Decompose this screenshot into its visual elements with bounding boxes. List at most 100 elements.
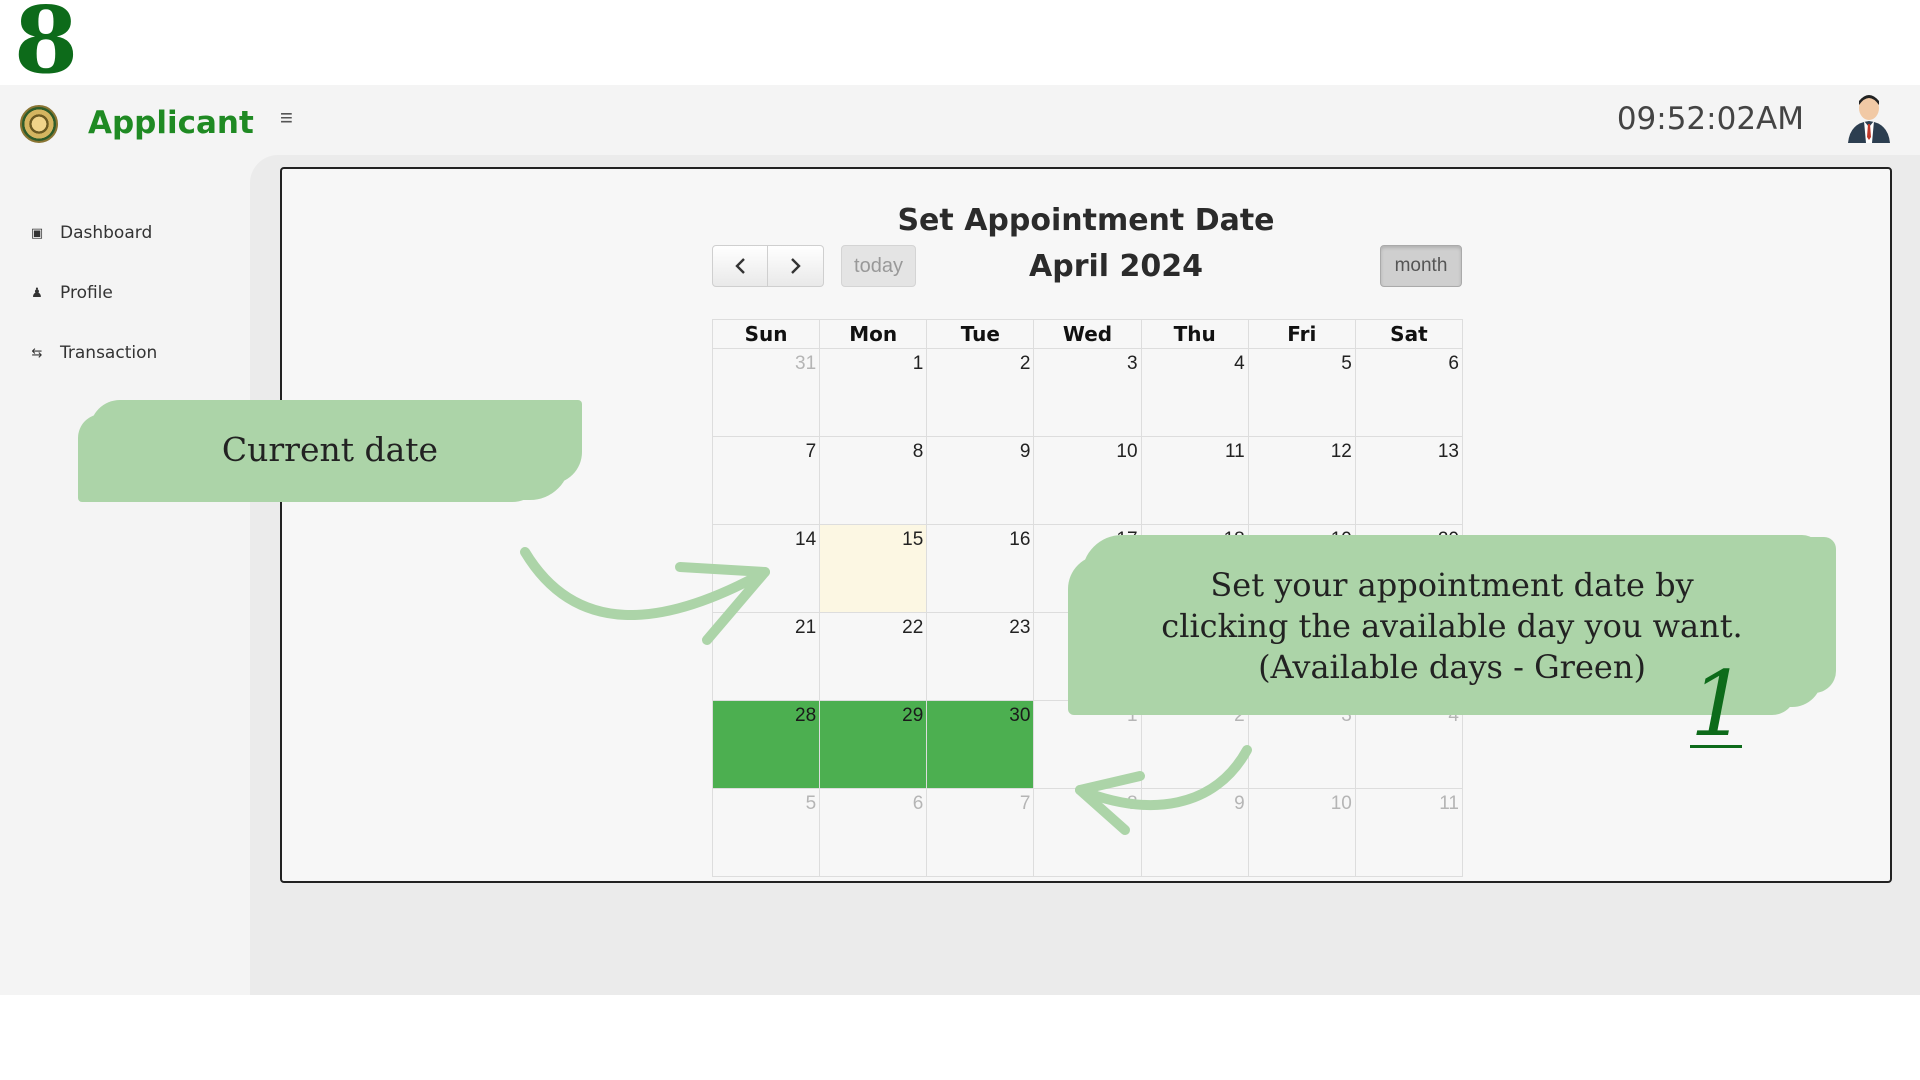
day-number: 7 xyxy=(805,441,817,462)
day-number: 11 xyxy=(1224,441,1245,462)
today-day-cell: 15 xyxy=(819,525,927,612)
day-cell: 12 xyxy=(1247,437,1355,524)
current-date-callout: Current date xyxy=(90,400,570,500)
weekday-label: Fri xyxy=(1247,320,1355,348)
day-cell: 4 xyxy=(1354,701,1462,788)
day-cell: 2 xyxy=(926,349,1033,436)
day-number: 3 xyxy=(1126,353,1138,374)
calendar-week: 28 29 30 1 2 3 4 xyxy=(712,701,1463,789)
seal-logo xyxy=(20,105,58,143)
day-cell: 5 xyxy=(1247,349,1355,436)
sidebar-item-label: Profile xyxy=(60,283,113,303)
appointment-panel: Set Appointment Date today April 2024 mo… xyxy=(280,167,1892,883)
day-cell: 3 xyxy=(1033,349,1140,436)
day-number: 1 xyxy=(1126,705,1138,726)
day-cell: 8 xyxy=(819,437,926,524)
day-number: 6 xyxy=(1448,353,1459,374)
day-cell: 10 xyxy=(1033,437,1140,524)
day-number: 12 xyxy=(1330,441,1352,462)
day-number: 22 xyxy=(902,617,924,638)
day-cell: 14 xyxy=(713,525,819,612)
day-cell: 13 xyxy=(1354,437,1462,524)
sidebar-item-label: Dashboard xyxy=(60,223,153,243)
weekday-label: Wed xyxy=(1033,320,1140,348)
day-number: 29 xyxy=(902,705,924,726)
screenshot-stage: 8 Applicant ≡ 09:52:02AM ▣ Dashboard ♟ P… xyxy=(0,0,1920,1080)
day-number: 9 xyxy=(1234,793,1245,814)
day-number: 10 xyxy=(1116,441,1138,462)
day-number: 3 xyxy=(1341,705,1352,726)
day-cell: 6 xyxy=(819,789,926,876)
tutorial-step-number: 8 xyxy=(14,0,79,94)
calendar-week: 5 6 7 8 9 10 11 xyxy=(712,789,1463,877)
day-number: 2 xyxy=(1234,705,1245,726)
day-number: 5 xyxy=(805,793,817,814)
sidebar-item-transaction[interactable]: ⇆ Transaction xyxy=(30,343,158,363)
day-number: 10 xyxy=(1330,793,1352,814)
day-number: 1 xyxy=(912,353,924,374)
calendar-week: 31 1 2 3 4 5 6 xyxy=(712,349,1463,437)
weekday-label: Mon xyxy=(819,320,926,348)
day-number: 4 xyxy=(1448,705,1459,726)
day-cell: 10 xyxy=(1247,789,1355,876)
day-cell: 9 xyxy=(1140,789,1248,876)
day-cell: 1 xyxy=(819,349,926,436)
transaction-icon: ⇆ xyxy=(31,345,43,361)
day-number: 13 xyxy=(1437,441,1459,462)
day-cell: 11 xyxy=(1140,437,1248,524)
day-cell: 5 xyxy=(713,789,819,876)
day-cell: 8 xyxy=(1033,789,1140,876)
weekday-label: Sun xyxy=(744,322,788,346)
available-day-cell[interactable]: 28 xyxy=(713,701,820,788)
day-number: 16 xyxy=(1009,529,1031,550)
day-number: 30 xyxy=(1009,705,1031,726)
day-cell: 7 xyxy=(926,789,1033,876)
day-cell: 16 xyxy=(926,525,1033,612)
day-cell: 2 xyxy=(1140,701,1248,788)
weekday-label: Sat xyxy=(1354,320,1462,348)
hamburger-icon[interactable]: ≡ xyxy=(280,105,293,131)
current-month-label: April 2024 xyxy=(1029,249,1203,284)
day-cell: 1 xyxy=(1033,701,1140,788)
day-cell: 11 xyxy=(1354,789,1462,876)
day-cell: 23 xyxy=(926,613,1033,700)
weekday-header: Sun Mon Tue Wed Thu Fri Sat xyxy=(712,319,1463,349)
user-avatar-icon[interactable] xyxy=(1846,93,1892,143)
day-number: 8 xyxy=(1126,793,1138,814)
day-cell: 9 xyxy=(926,437,1033,524)
day-number: 4 xyxy=(1234,353,1245,374)
weekday-label: Thu xyxy=(1140,320,1248,348)
day-number: 6 xyxy=(912,793,924,814)
sidebar: ▣ Dashboard ♟ Profile ⇆ Transaction xyxy=(0,155,250,995)
day-number: 11 xyxy=(1439,793,1459,814)
day-number: 15 xyxy=(902,529,924,550)
day-cell: 21 xyxy=(713,613,819,700)
calendar-title: Set Appointment Date xyxy=(897,203,1275,238)
day-number: 14 xyxy=(795,529,817,550)
available-day-cell[interactable]: 29 xyxy=(819,701,927,788)
sidebar-item-label: Transaction xyxy=(60,343,158,363)
weekday-label: Tue xyxy=(926,320,1033,348)
day-number: 28 xyxy=(795,705,817,726)
sidebar-item-dashboard[interactable]: ▣ Dashboard xyxy=(30,223,152,243)
day-number: 5 xyxy=(1341,353,1352,374)
day-number: 31 xyxy=(795,353,817,374)
month-view-button[interactable]: month xyxy=(1380,245,1462,287)
day-cell: 22 xyxy=(819,613,926,700)
step-badge-underline xyxy=(1690,745,1742,748)
day-number: 8 xyxy=(912,441,924,462)
day-number: 2 xyxy=(1019,353,1031,374)
brand-title: Applicant xyxy=(88,105,254,141)
sidebar-item-profile[interactable]: ♟ Profile xyxy=(30,283,113,303)
clock-display: 09:52:02AM xyxy=(1616,101,1804,137)
day-cell: 7 xyxy=(713,437,819,524)
day-number: 23 xyxy=(1009,617,1031,638)
available-day-cell[interactable]: 30 xyxy=(926,701,1034,788)
day-number: 7 xyxy=(1019,793,1031,814)
dashboard-icon: ▣ xyxy=(30,225,44,241)
day-number: 21 xyxy=(795,617,817,638)
day-number: 9 xyxy=(1019,441,1031,462)
top-bar: Applicant ≡ 09:52:02AM xyxy=(0,85,1920,155)
calendar-week: 7 8 9 10 11 12 13 xyxy=(712,437,1463,525)
step-badge: 1 xyxy=(1690,652,1748,757)
